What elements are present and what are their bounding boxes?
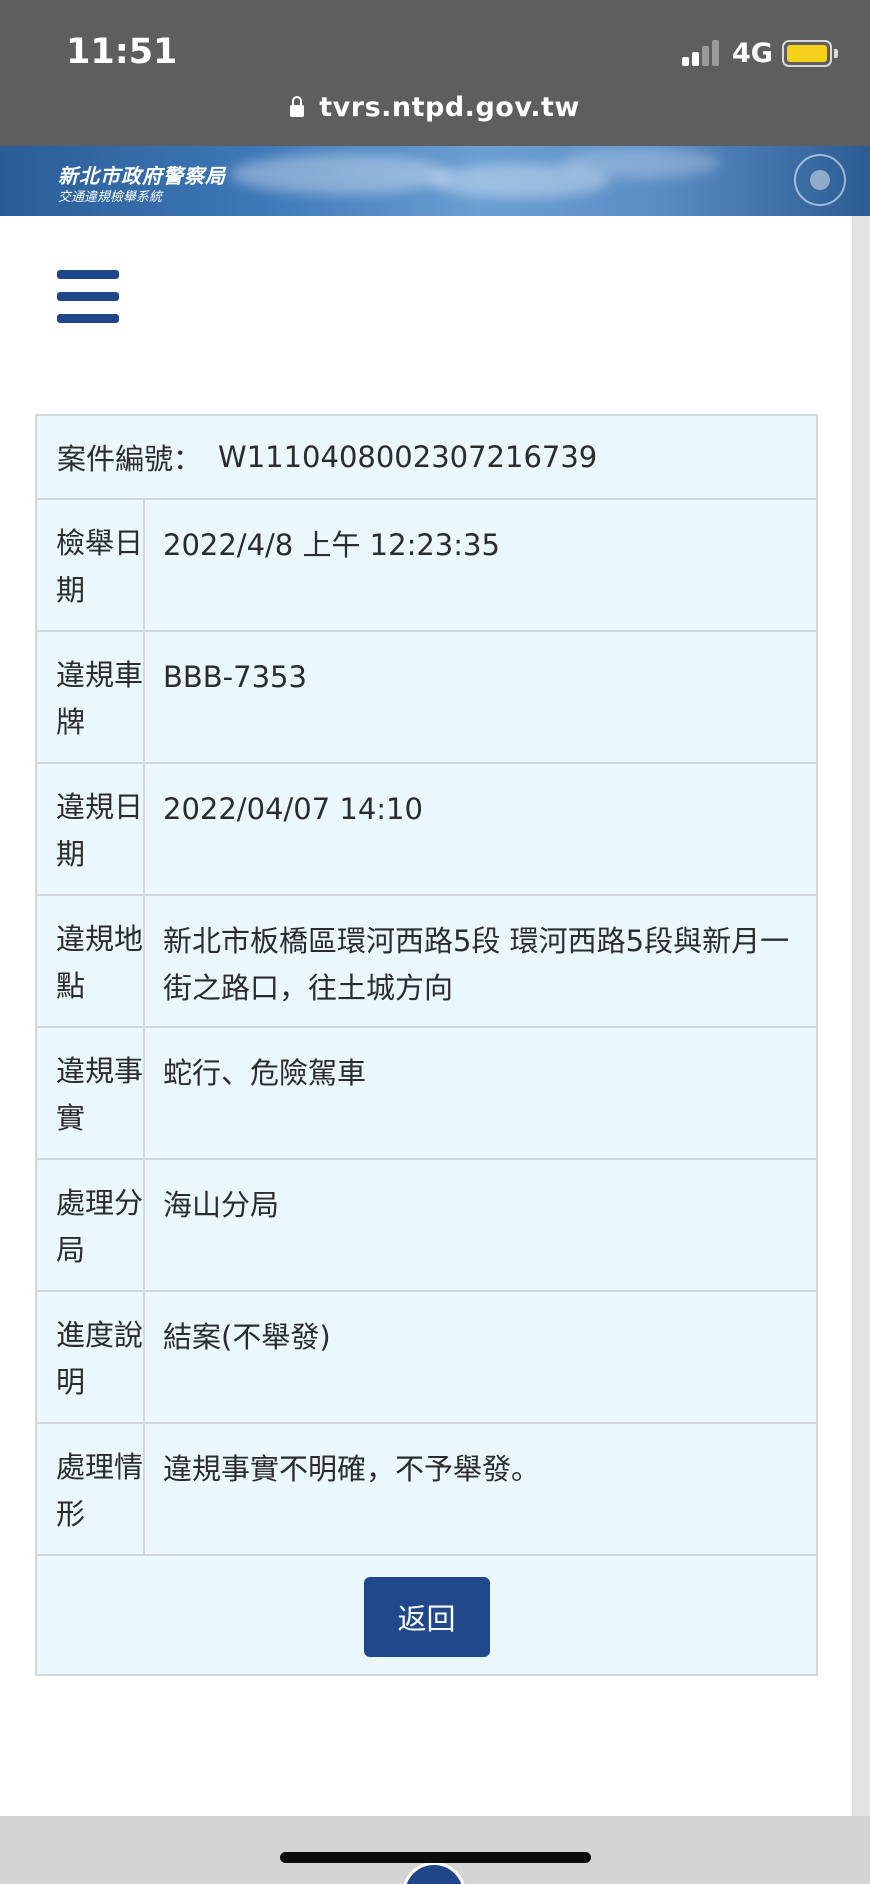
police-emblem-icon (794, 154, 846, 206)
row-label: 違規車牌 (37, 632, 145, 762)
row-label: 進度說明 (37, 1292, 145, 1422)
row-label: 違規地點 (37, 896, 145, 1026)
case-number-row: 案件編號： W1110408002307216739 (37, 416, 816, 500)
table-row: 違規地點 新北市板橋區環河西路5段 環河西路5段與新月一街之路口，往土城方向 (37, 896, 816, 1028)
table-row: 違規日期 2022/04/07 14:10 (37, 764, 816, 896)
row-label: 處理分局 (37, 1160, 145, 1290)
row-value: 2022/04/07 14:10 (163, 792, 423, 826)
battery-icon (782, 40, 832, 67)
url-text: tvrs.ntpd.gov.tw (319, 92, 580, 123)
table-row: 違規車牌 BBB-7353 (37, 632, 816, 764)
row-value: 2022/4/8 上午 12:23:35 (163, 528, 500, 562)
scrollbar[interactable] (852, 216, 870, 1816)
status-time: 11:51 (66, 32, 178, 72)
site-subtitle: 交通違規檢舉系統 (58, 190, 163, 205)
signal-icon (682, 40, 722, 66)
lock-icon (290, 95, 305, 117)
table-row: 違規事實 蛇行、危險駕車 (37, 1028, 816, 1160)
home-indicator[interactable] (280, 1852, 591, 1863)
row-value: 違規事實不明確，不予舉發。 (163, 1452, 541, 1486)
row-label: 檢舉日期 (37, 500, 145, 630)
case-record-table: 案件編號： W1110408002307216739 檢舉日期 2022/4/8… (35, 414, 818, 1676)
row-value: 結案(不舉發) (163, 1320, 331, 1354)
row-label: 違規事實 (37, 1028, 145, 1158)
case-number-label: 案件編號： (57, 442, 203, 476)
table-row: 處理分局 海山分局 (37, 1160, 816, 1292)
hamburger-menu-icon[interactable] (57, 270, 119, 324)
network-type: 4G (732, 38, 773, 69)
row-value: 新北市板橋區環河西路5段 環河西路5段與新月一街之路口，往土城方向 (163, 924, 790, 1005)
url-bar[interactable]: tvrs.ntpd.gov.tw (0, 92, 870, 130)
row-value: BBB-7353 (163, 660, 307, 694)
site-banner[interactable]: 新北市政府警察局 交通違規檢舉系統 (0, 146, 870, 216)
site-title: 新北市政府警察局 (58, 164, 226, 188)
row-label: 違規日期 (37, 764, 145, 894)
page: 11:51 4G tvrs.ntpd.gov.tw 新北市政府警察局 交通違規檢… (0, 0, 870, 1884)
row-value: 蛇行、危險駕車 (163, 1056, 367, 1090)
table-row: 進度說明 結案(不舉發) (37, 1292, 816, 1424)
row-label: 處理情形 (37, 1424, 145, 1554)
row-value: 海山分局 (163, 1188, 280, 1222)
status-bar: 11:51 4G tvrs.ntpd.gov.tw (0, 0, 870, 146)
case-number-value: W1110408002307216739 (218, 440, 598, 474)
table-row: 檢舉日期 2022/4/8 上午 12:23:35 (37, 500, 816, 632)
battery-nub (834, 49, 838, 58)
table-row: 處理情形 違規事實不明確，不予舉發。 (37, 1424, 816, 1556)
table-footer: 返回 (37, 1556, 816, 1674)
back-button[interactable]: 返回 (363, 1577, 490, 1657)
